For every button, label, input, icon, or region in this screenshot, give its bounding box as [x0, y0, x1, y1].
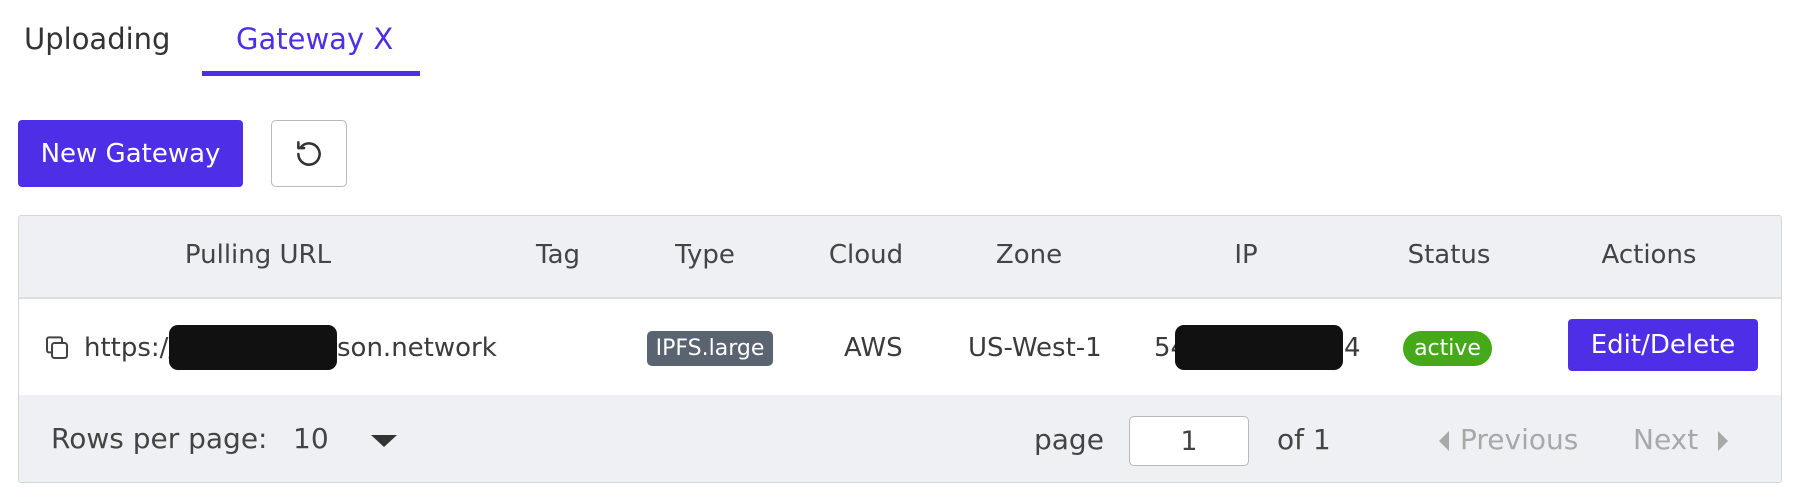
- redacted-url-segment: [169, 325, 337, 370]
- column-header-pulling-url: Pulling URL: [184, 240, 332, 270]
- tab-gateway-x[interactable]: Gateway X: [236, 22, 393, 56]
- refresh-icon: [297, 140, 321, 166]
- column-header-actions: Actions: [1601, 240, 1697, 270]
- tab-bar: Uploading Gateway X: [0, 0, 460, 78]
- chevron-left-icon: [1439, 431, 1449, 451]
- page-label: page: [1034, 423, 1104, 456]
- page-total-label: of 1: [1277, 423, 1331, 456]
- edit-delete-button[interactable]: Edit/Delete: [1568, 319, 1758, 371]
- pulling-url-suffix: son.network: [337, 333, 497, 363]
- tab-uploading[interactable]: Uploading: [24, 22, 170, 56]
- gateway-table: Pulling URL Tag Type Cloud Zone IP Statu…: [18, 215, 1782, 483]
- column-header-zone: Zone: [995, 240, 1063, 270]
- rows-per-page-select[interactable]: 10: [289, 413, 429, 467]
- caret-down-icon: [371, 435, 397, 447]
- pulling-url-prefix: https://: [84, 333, 178, 363]
- table-row: https:// son.network IPFS.large AWS US-W…: [19, 299, 1781, 395]
- copy-icon[interactable]: [42, 333, 72, 363]
- next-label: Next: [1633, 423, 1699, 456]
- chevron-right-icon: [1718, 431, 1728, 451]
- zone-cell: US-West-1: [968, 333, 1102, 363]
- previous-label: Previous: [1460, 423, 1579, 456]
- next-page-button[interactable]: Next: [1633, 413, 1743, 467]
- column-header-cloud: Cloud: [828, 240, 904, 270]
- rows-per-page-label: Rows per page:: [51, 422, 268, 455]
- active-tab-indicator: [202, 71, 420, 76]
- page-number-input[interactable]: [1129, 416, 1249, 466]
- refresh-button[interactable]: [271, 120, 347, 187]
- table-header: Pulling URL Tag Type Cloud Zone IP Statu…: [19, 216, 1781, 299]
- type-badge: IPFS.large: [647, 331, 773, 366]
- column-header-status: Status: [1407, 240, 1491, 270]
- new-gateway-button[interactable]: New Gateway: [18, 120, 243, 187]
- cloud-cell: AWS: [844, 333, 903, 363]
- ip-suffix: 4: [1344, 333, 1361, 363]
- column-header-ip: IP: [1234, 240, 1258, 270]
- table-pagination: Rows per page: 10 page of 1 Previous Nex…: [19, 395, 1781, 482]
- previous-page-button[interactable]: Previous: [1437, 413, 1597, 467]
- column-header-type: Type: [675, 240, 735, 270]
- status-badge: active: [1403, 331, 1492, 366]
- redacted-ip-segment: [1175, 325, 1343, 370]
- rows-per-page-value: 10: [293, 422, 329, 455]
- column-header-tag: Tag: [535, 240, 581, 270]
